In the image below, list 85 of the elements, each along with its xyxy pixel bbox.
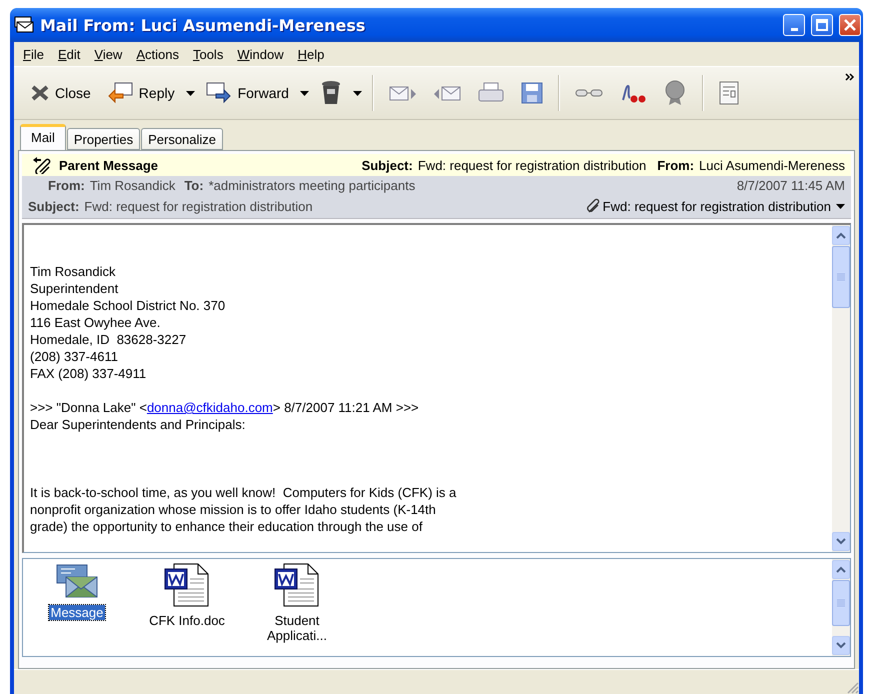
minimize-button[interactable]: [783, 14, 805, 36]
maximize-button[interactable]: [811, 14, 833, 36]
body-text: >>> "Donna Lake" <: [30, 400, 147, 415]
forward-icon: [206, 82, 232, 104]
email-link[interactable]: donna@cfkidaho.com: [146, 400, 273, 415]
to-value: *administrators meeting participants: [208, 178, 416, 193]
subject-label: Subject:: [28, 198, 80, 214]
menu-item[interactable]: File: [16, 46, 51, 62]
body-text: Homedale, ID 83628-3227: [30, 331, 188, 348]
menu-item[interactable]: Actions: [129, 46, 186, 62]
trash-can-icon: [320, 80, 342, 106]
toolbar-button[interactable]: Forward: [200, 79, 294, 107]
save-icon: [520, 82, 543, 104]
toolbar-button[interactable]: Reply: [102, 79, 180, 107]
body-text: grade) the opportunity to enhance their education through the use of: [30, 518, 424, 535]
tab[interactable]: Mail: [20, 124, 66, 150]
word-document-icon: [274, 563, 320, 607]
close-button[interactable]: [839, 14, 861, 36]
menu-item[interactable]: View: [87, 46, 130, 62]
scroll-down-button[interactable]: [832, 532, 850, 551]
attachment-item[interactable]: Student Applicati...: [251, 563, 343, 643]
maximize-icon: [816, 19, 828, 31]
document-icon: [718, 81, 739, 105]
date-value: 8/7/2007 11:45 AM: [736, 178, 845, 193]
subject-label: Subject:: [362, 158, 413, 172]
scroll-down-icon: [836, 642, 846, 649]
menu-item[interactable]: Edit: [50, 46, 88, 62]
from-value: Luci Asumendi-Mereness: [699, 158, 845, 172]
scroll-thumb[interactable]: [832, 246, 850, 308]
attachment-item[interactable]: Message: [31, 563, 123, 620]
word-document-icon: [164, 563, 210, 607]
subject-value: Fwd: request for registration distribution: [84, 198, 313, 214]
to-label: To:: [184, 178, 204, 193]
attachment-name[interactable]: Fwd: request for registration distribution: [602, 198, 831, 214]
tab[interactable]: Properties: [66, 128, 140, 150]
scrollbar[interactable]: [832, 225, 850, 552]
body-text: FAX (208) 337-4911: [30, 365, 148, 382]
scroll-up-button[interactable]: [832, 560, 850, 579]
attachment-item[interactable]: CFK Info.doc: [141, 563, 233, 628]
body-text: Homedale School District No. 370: [30, 297, 226, 314]
caret-icon[interactable]: [836, 204, 845, 208]
seal-icon: [662, 80, 687, 106]
scroll-thumb[interactable]: [832, 580, 850, 626]
window-title: Mail From: Luci Asumendi-Mereness: [40, 16, 366, 34]
body-text: Tim Rosandick: [30, 263, 116, 280]
chevron-icon[interactable]: [845, 73, 855, 81]
minimize-icon: [790, 28, 798, 30]
parent-message-label: Parent Message: [59, 158, 158, 172]
paperclip-icon: [586, 198, 602, 214]
menu-item[interactable]: Help: [290, 46, 332, 62]
attachment-label: Student Applicati...: [266, 613, 328, 643]
body-text: 116 East Owyhee Ave.: [30, 314, 162, 331]
close-icon: [31, 85, 49, 101]
body-text: Dear Superintendents and Principals:: [30, 416, 246, 433]
scrollbar[interactable]: [832, 559, 850, 656]
menu-item[interactable]: Window: [230, 46, 291, 62]
subject-value: Fwd: request for registration distribution: [418, 158, 646, 172]
body-text: nonprofit organization whose mission is to offer Idaho students (K-14th: [30, 501, 437, 518]
body-text: > 8/7/2007 11:21 AM >>>: [272, 400, 419, 415]
close-icon: [844, 19, 856, 31]
scroll-up-icon: [836, 566, 846, 573]
caret-icon[interactable]: [186, 90, 195, 96]
caret-icon[interactable]: [352, 90, 362, 96]
toolbar-button[interactable]: Close: [26, 82, 96, 104]
printer-icon: [476, 82, 505, 104]
resize-grip-icon[interactable]: [845, 680, 859, 694]
reply-icon: [106, 82, 133, 104]
envelope-icon: [56, 563, 98, 599]
scroll-down-button[interactable]: [832, 636, 850, 655]
attachment-label: CFK Info.doc: [148, 613, 226, 628]
from-value: Tim Rosandick: [90, 178, 176, 193]
scroll-up-icon: [836, 232, 846, 239]
scroll-up-button[interactable]: [832, 226, 850, 245]
mail-icon: [14, 16, 34, 34]
body-text: (208) 337-4611: [30, 348, 119, 365]
from-label: From:: [657, 158, 694, 172]
body-text: It is back-to-school time, as you well know! Computers for Kids (CFK) is a: [30, 484, 458, 501]
tab[interactable]: Personalize: [141, 128, 224, 150]
from-label: From:: [48, 178, 85, 193]
glasses-icon: [574, 87, 603, 99]
caret-icon[interactable]: [300, 90, 309, 96]
body-text: Superintendent: [30, 280, 120, 297]
attachment-label: Message: [48, 605, 106, 620]
menu-item[interactable]: Tools: [186, 46, 230, 62]
scroll-down-icon: [836, 538, 846, 545]
